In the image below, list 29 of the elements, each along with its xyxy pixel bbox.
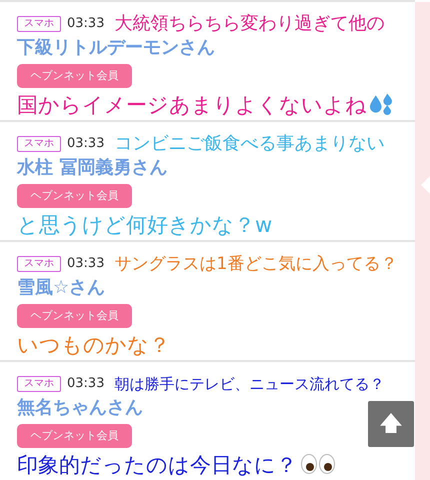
caption-text: いつものかな？ — [17, 332, 170, 359]
user-name[interactable]: 無名ちゃんさん — [17, 396, 143, 420]
device-tag: スマホ — [17, 376, 61, 392]
caption-text: 国からイメージあまりよくないよね — [17, 92, 367, 119]
caption-text: 大統領ちらちら変わり過ぎて他の — [114, 13, 384, 35]
device-tag: スマホ — [17, 136, 61, 152]
scroll-top-button[interactable] — [368, 401, 414, 447]
member-button[interactable]: ヘブンネット会員 — [17, 424, 132, 448]
user-name[interactable]: 雪風☆さん — [17, 276, 106, 300]
caption-text: と思うけど何好きかな？w — [17, 212, 272, 239]
caption-text: 朝は勝手にテレビ、ニュース流れてる？ — [114, 374, 384, 395]
post-time: 03:33 — [67, 135, 104, 154]
up-arrow-icon — [380, 413, 402, 433]
sweat-drops-icon — [370, 92, 392, 114]
caption-text: コンビニご飯食べる事あまりない — [114, 133, 384, 155]
member-button[interactable]: ヘブンネット会員 — [17, 304, 132, 328]
device-tag: スマホ — [17, 256, 61, 272]
post-time: 03:33 — [67, 15, 104, 34]
caret-icon — [421, 176, 430, 194]
device-tag: スマホ — [17, 16, 61, 32]
member-button[interactable]: ヘブンネット会員 — [17, 64, 132, 88]
user-name[interactable]: 水柱 冨岡義勇さん — [17, 156, 168, 180]
member-button[interactable]: ヘブンネット会員 — [17, 184, 132, 208]
caption-text: 印象的だったのは今日なに？ — [17, 452, 297, 479]
eyes-icon — [301, 454, 335, 474]
post-time: 03:33 — [67, 375, 104, 394]
post-time: 03:33 — [67, 255, 104, 274]
caption-text: サングラスは1番どこ気に入ってる？ — [114, 253, 398, 275]
user-name[interactable]: 下級リトルデーモンさん — [17, 36, 215, 60]
